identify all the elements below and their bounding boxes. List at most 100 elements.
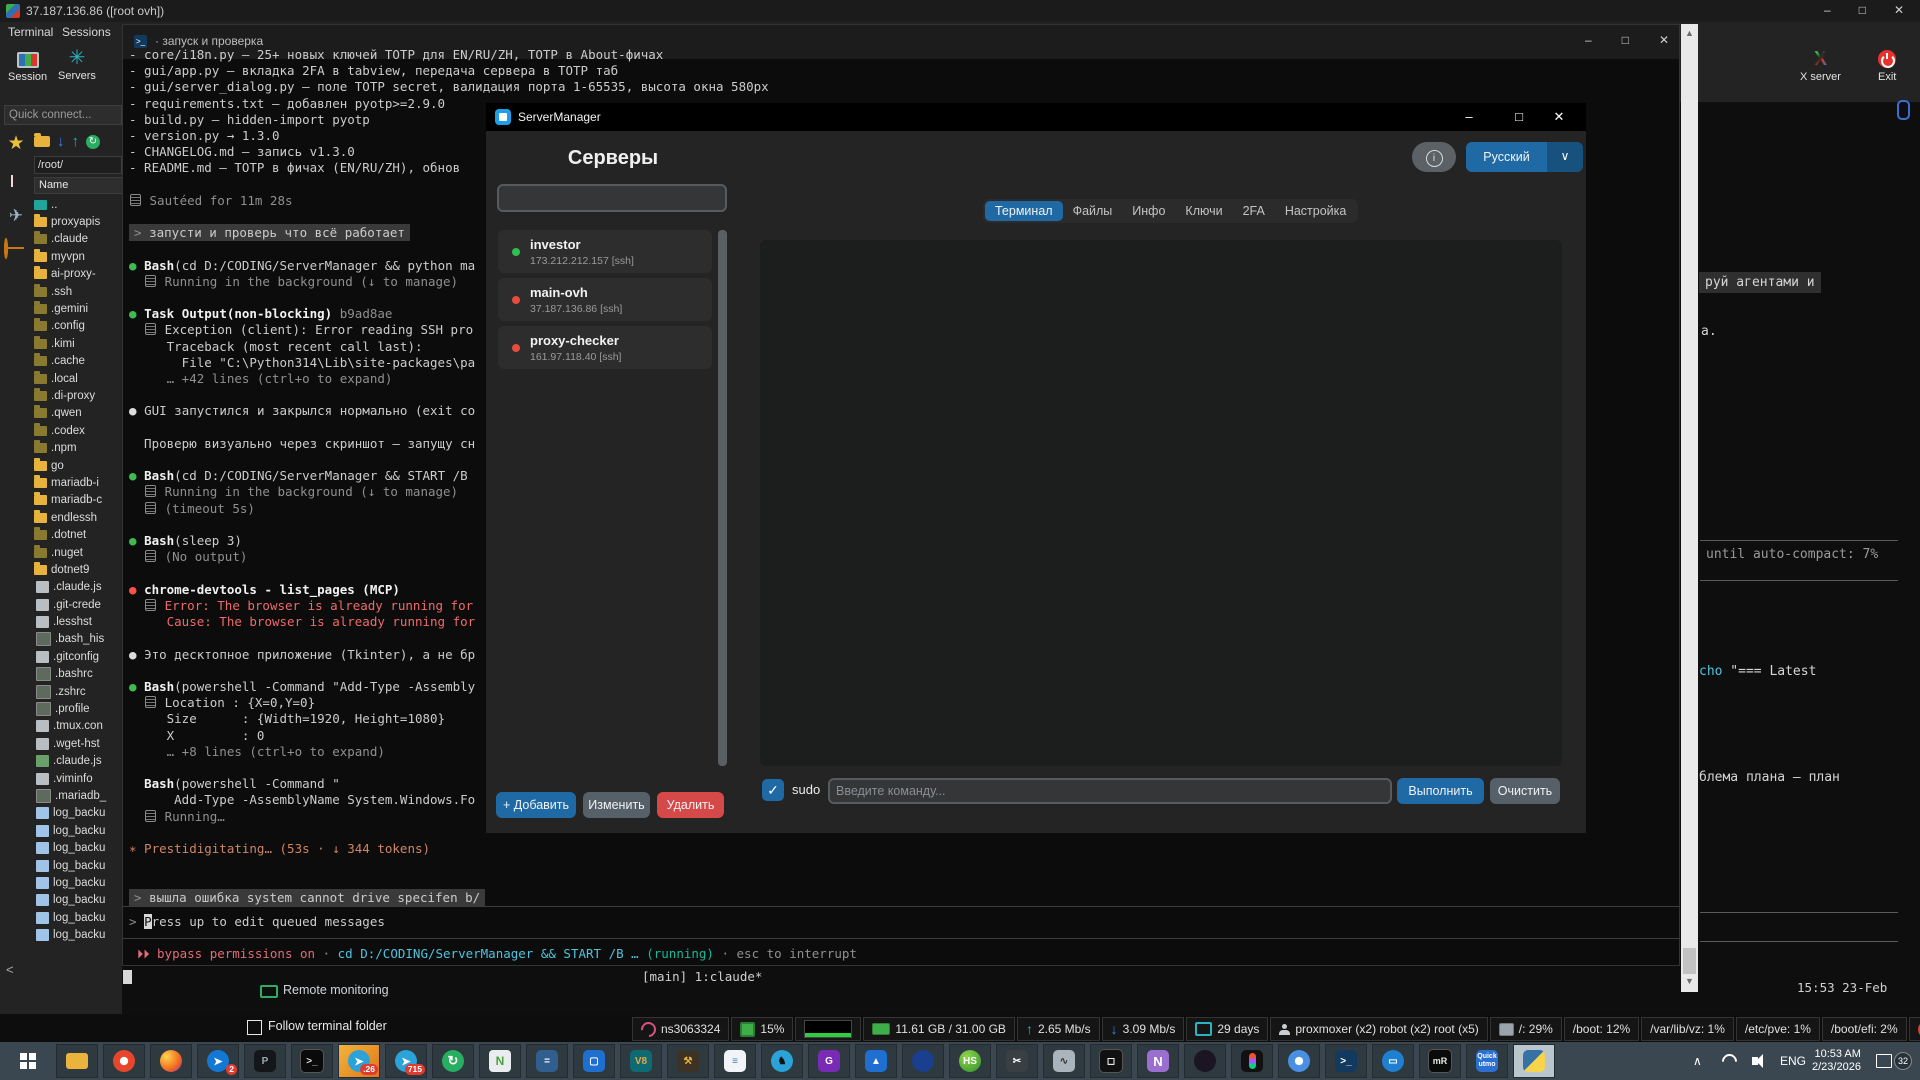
server-search-input[interactable] — [497, 184, 727, 212]
firefox-taskbar-button[interactable] — [150, 1044, 192, 1078]
maximize-icon[interactable]: □ — [1859, 3, 1866, 17]
notepad-taskbar-button[interactable]: ≡ — [714, 1044, 756, 1078]
follow-terminal-folder-checkbox[interactable] — [247, 1020, 262, 1035]
sudo-checkbox[interactable]: ✓ — [762, 779, 784, 801]
file-item[interactable]: log_backu — [34, 892, 122, 909]
file-item[interactable]: .nuget — [34, 544, 122, 561]
minimize-icon[interactable]: – — [1452, 103, 1486, 131]
minimize-icon[interactable]: – — [1824, 3, 1831, 17]
language-select[interactable]: Русский — [1466, 142, 1547, 172]
file-item[interactable]: .tmux.con — [34, 718, 122, 735]
file-item[interactable]: .claude.js — [34, 579, 122, 596]
tray-language[interactable]: ENG — [1780, 1042, 1806, 1080]
file-item[interactable]: .codex — [34, 422, 122, 439]
chromium-taskbar-button[interactable] — [1278, 1044, 1320, 1078]
violet-n-taskbar-button[interactable]: N — [1137, 1044, 1179, 1078]
sftp-plane-icon[interactable]: ✈ — [4, 206, 28, 226]
maximize-icon[interactable]: □ — [1622, 33, 1629, 47]
server-list-item[interactable]: investor173.212.212.157 [ssh] — [498, 230, 712, 273]
swan-taskbar-button[interactable]: ♞ — [761, 1044, 803, 1078]
network-globe-icon[interactable] — [4, 238, 8, 259]
terminal-tab-title[interactable]: · запуск и проверка — [155, 34, 263, 48]
tab-настройка[interactable]: Настройка — [1275, 201, 1357, 221]
speaker-icon[interactable] — [1752, 1042, 1758, 1080]
file-item[interactable]: .claude.js — [34, 753, 122, 770]
quick-utmo-taskbar-button[interactable]: Quick utmo — [1466, 1044, 1508, 1078]
quick-connect-input[interactable] — [4, 105, 122, 125]
file-item[interactable]: .qwen — [34, 405, 122, 422]
server-list-item[interactable]: proxy-checker161.97.118.40 [ssh] — [498, 326, 712, 369]
server-list-scrollbar[interactable] — [718, 230, 727, 766]
sidebar-scroll-left-icon[interactable]: < — [6, 962, 14, 977]
v8-taskbar-button[interactable]: V8 — [620, 1044, 662, 1078]
file-item[interactable]: log_backu — [34, 839, 122, 856]
photos-taskbar-button[interactable]: ▲ — [855, 1044, 897, 1078]
mobaxterm-scrollbar[interactable]: ▲ ▼ — [1681, 24, 1698, 992]
path-field[interactable]: /root/ — [34, 156, 122, 174]
tab-инфо[interactable]: Инфо — [1122, 201, 1175, 221]
menu-terminal[interactable]: Terminal — [8, 25, 53, 39]
tray-expand-icon[interactable]: ∧ — [1693, 1042, 1702, 1080]
tab-ключи[interactable]: Ключи — [1175, 201, 1232, 221]
start-button[interactable] — [8, 1045, 48, 1077]
file-item[interactable]: .kimi — [34, 335, 122, 352]
scrollbar-thumb[interactable] — [1683, 948, 1696, 974]
remote-terminal-output[interactable] — [760, 240, 1562, 766]
file-item[interactable]: .zshrc — [34, 683, 122, 700]
file-item[interactable]: go — [34, 457, 122, 474]
exit-button[interactable]: Exit — [1878, 50, 1896, 83]
cmd-taskbar-button[interactable]: >_ — [291, 1044, 333, 1078]
close-icon[interactable]: ✕ — [1542, 103, 1576, 131]
x-server-button[interactable]: X X server — [1800, 50, 1841, 83]
file-item[interactable]: .config — [34, 318, 122, 335]
file-item[interactable]: log_backu — [34, 926, 122, 943]
tab-2fa[interactable]: 2FA — [1233, 201, 1275, 221]
file-item[interactable]: .bash_his — [34, 631, 122, 648]
tab-файлы[interactable]: Файлы — [1063, 201, 1123, 221]
file-item[interactable]: .di-proxy — [34, 387, 122, 404]
wifi-icon[interactable] — [1722, 1042, 1737, 1080]
download-icon[interactable]: ↓ — [57, 133, 65, 150]
execute-button[interactable]: Выполнить — [1397, 778, 1484, 804]
server-list-item[interactable]: main-ovh37.187.136.86 [ssh] — [498, 278, 712, 321]
figma-taskbar-button[interactable] — [1231, 1044, 1273, 1078]
github-taskbar-button[interactable] — [1184, 1044, 1226, 1078]
menu-sessions[interactable]: Sessions — [62, 25, 111, 39]
file-item[interactable]: log_backu — [34, 822, 122, 839]
purple-g-taskbar-button[interactable]: G — [808, 1044, 850, 1078]
blue-monitor-taskbar-button[interactable]: ▭ — [1372, 1044, 1414, 1078]
paperclip-icon[interactable] — [1897, 100, 1910, 120]
file-item[interactable]: .ssh — [34, 283, 122, 300]
clear-button[interactable]: Очистить — [1490, 778, 1560, 804]
telegram-taskbar-button[interactable]: ➤715 — [385, 1044, 427, 1078]
favorites-star-icon[interactable]: ★ — [4, 132, 28, 155]
folder-up-icon[interactable] — [34, 136, 50, 147]
tray-clock[interactable]: 10:53 AM 2/23/2026 — [1812, 1048, 1861, 1080]
file-item[interactable]: dotnet9 — [34, 561, 122, 578]
thunderbird-taskbar-button[interactable]: ➤2 — [197, 1044, 239, 1078]
proxy-app-taskbar-button[interactable]: P — [244, 1044, 286, 1078]
minimize-icon[interactable]: – — [1585, 33, 1592, 47]
telegram-alt-taskbar-button[interactable]: ➤.26 — [338, 1044, 380, 1078]
sync-taskbar-button[interactable]: ↻ — [432, 1044, 474, 1078]
file-item[interactable]: .bashrc — [34, 666, 122, 683]
brave-taskbar-button[interactable] — [103, 1044, 145, 1078]
maximize-icon[interactable]: □ — [1502, 103, 1536, 131]
file-item[interactable]: .claude — [34, 231, 122, 248]
file-item[interactable]: .mariadb_ — [34, 787, 122, 804]
blue-window-taskbar-button[interactable]: ▢ — [573, 1044, 615, 1078]
quick-connect[interactable] — [4, 105, 122, 125]
file-item[interactable]: log_backu — [34, 909, 122, 926]
hs-taskbar-button[interactable]: HS — [949, 1044, 991, 1078]
powershell-taskbar-button[interactable]: >_ — [1325, 1044, 1367, 1078]
delete-server-button[interactable]: Удалить — [657, 792, 724, 818]
monitor-wave-taskbar-button[interactable]: ∿ — [1043, 1044, 1085, 1078]
file-item[interactable]: mariadb-c — [34, 492, 122, 509]
file-item[interactable]: .. — [34, 196, 122, 213]
cube-taskbar-button[interactable]: ◻ — [1090, 1044, 1132, 1078]
file-item[interactable]: proxyapis — [34, 213, 122, 230]
edit-server-button[interactable]: Изменить — [583, 792, 650, 818]
calculator-taskbar-button[interactable]: = — [526, 1044, 568, 1078]
file-item[interactable]: log_backu — [34, 874, 122, 891]
python-terminal-taskbar-button[interactable] — [1513, 1044, 1555, 1078]
